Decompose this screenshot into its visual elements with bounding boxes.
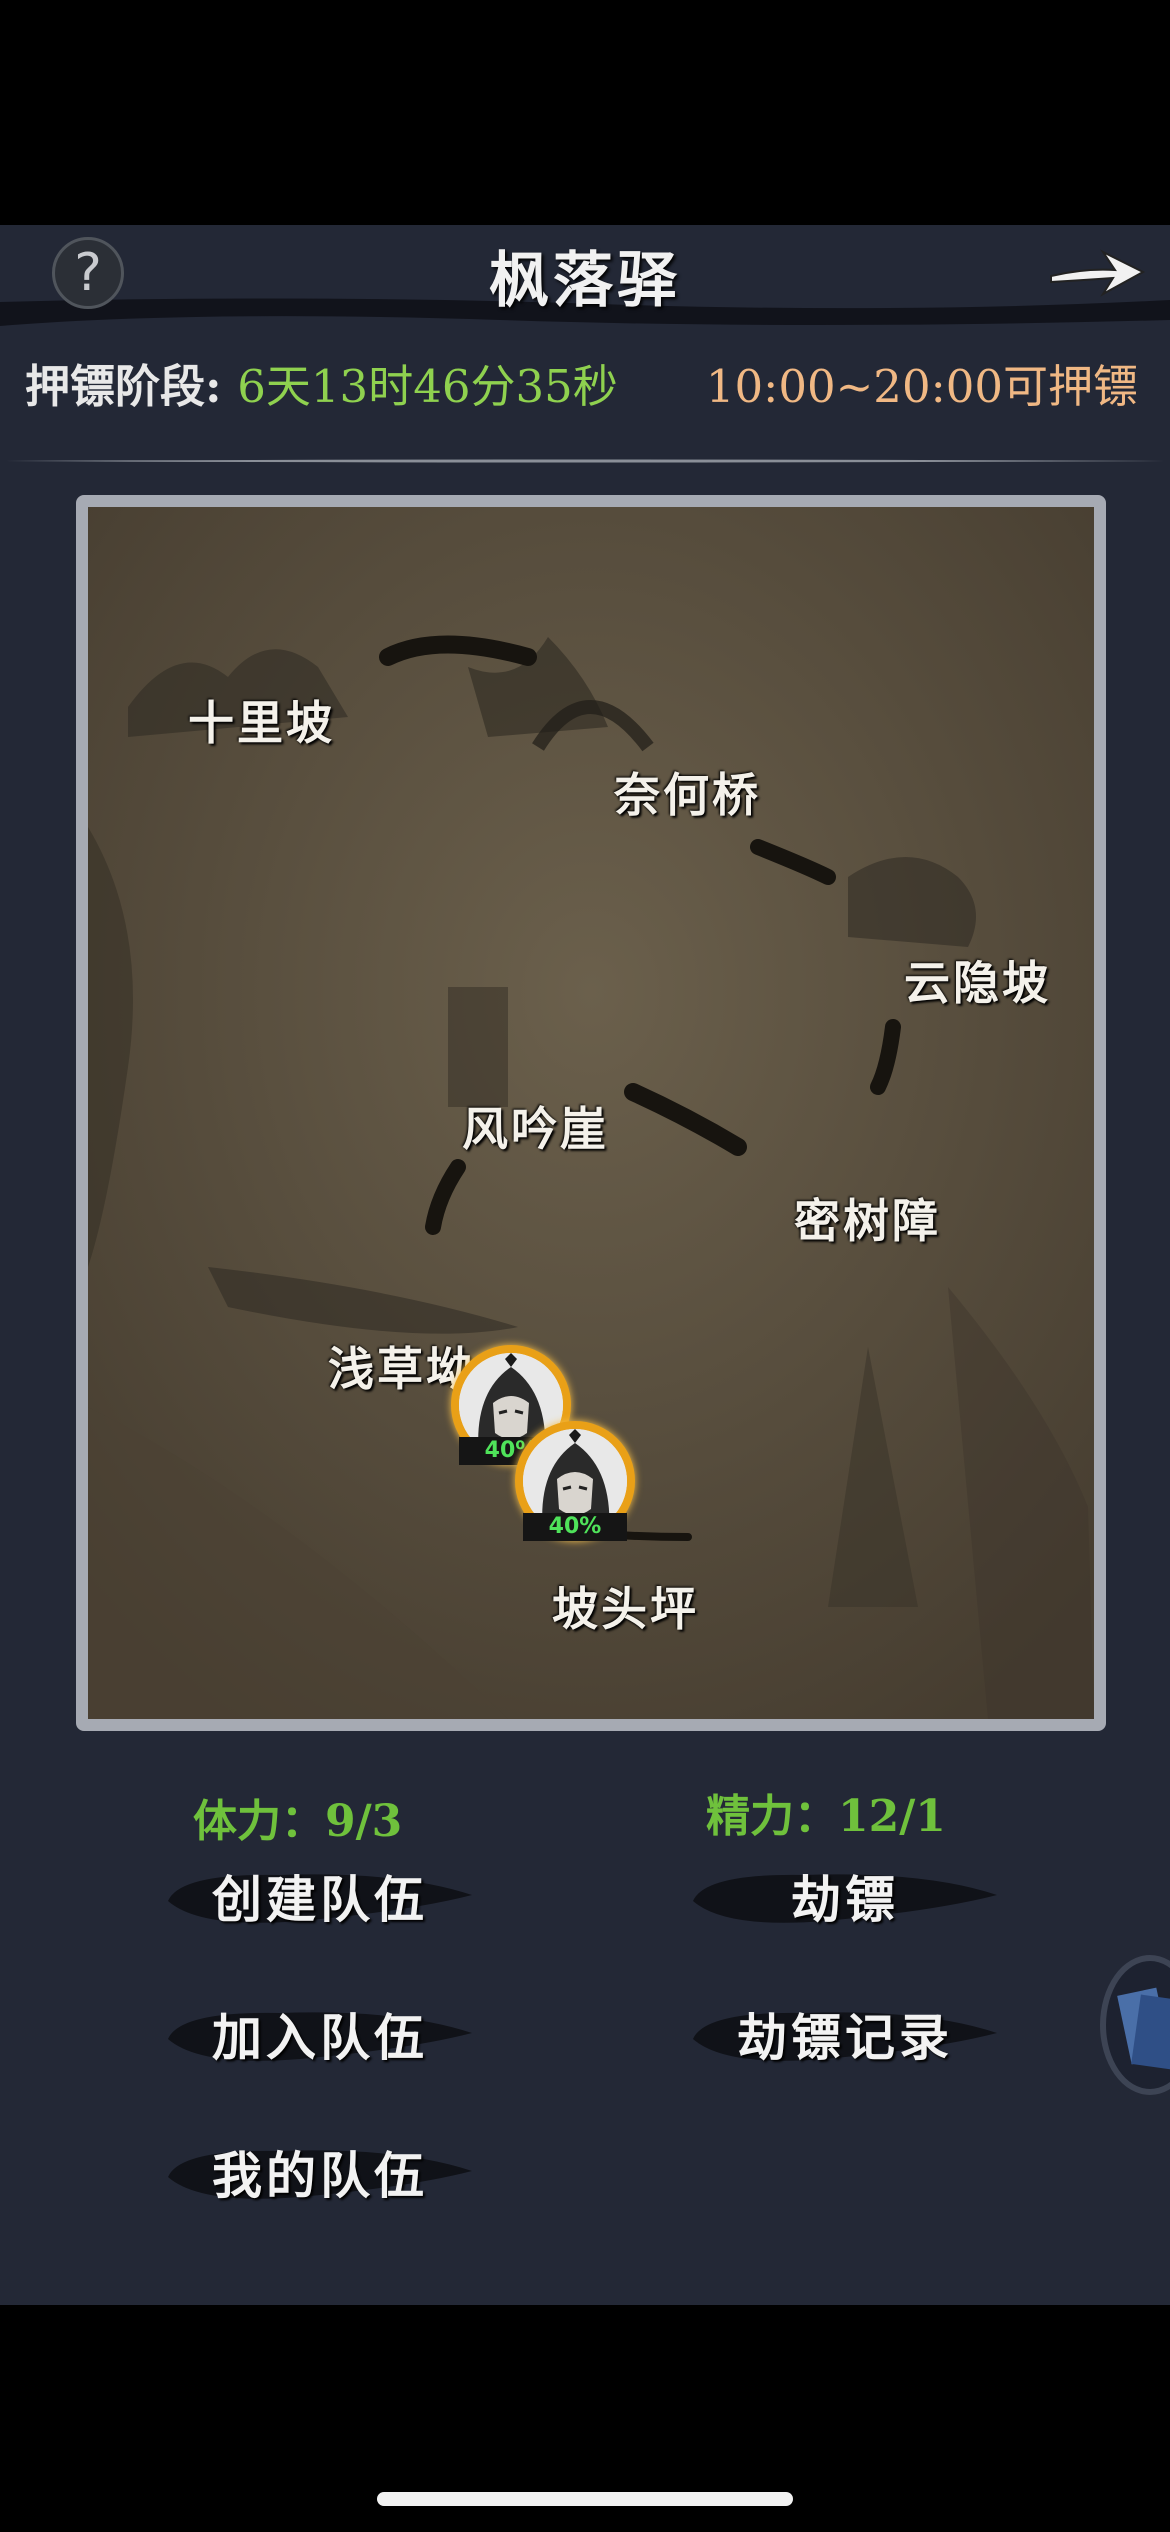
route-map: 十里坡 奈何桥 云隐坡 风吟崖 密树障 浅草坳 坡头坪 40% 40% [76, 495, 1106, 1731]
create-team-button[interactable]: 创建队伍 [160, 1855, 480, 1945]
stage-countdown: 6天13时46分35秒 [237, 360, 618, 413]
create-team-label: 创建队伍 [212, 1870, 428, 1929]
escort-progress: 40% [523, 1513, 627, 1541]
location-fengyinya[interactable]: 风吟崖 [462, 1093, 609, 1159]
stamina-counter: 体力：9/3 [193, 1796, 403, 1847]
status-bar-area [0, 0, 1170, 225]
escort-time-window: 10:00~20:00可押镖 [705, 360, 1138, 413]
rob-escort-label: 劫镖 [791, 1870, 899, 1929]
divider [5, 459, 1165, 463]
stage-label: 押镖阶段: [25, 360, 222, 413]
location-naiheqiao[interactable]: 奈何桥 [614, 759, 761, 825]
location-yunyinpo[interactable]: 云隐坡 [904, 947, 1051, 1013]
my-team-label: 我的队伍 [212, 2146, 428, 2205]
arrow-right-icon [1050, 249, 1146, 297]
home-indicator[interactable] [377, 2492, 793, 2506]
join-team-button[interactable]: 加入队伍 [160, 1993, 480, 2083]
rob-records-button[interactable]: 劫镖记录 [685, 1993, 1005, 2083]
question-mark-icon: ? [74, 243, 102, 303]
location-shilipo[interactable]: 十里坡 [188, 687, 335, 753]
energy-counter: 精力：12/1 [706, 1791, 946, 1842]
join-team-label: 加入队伍 [212, 2008, 428, 2067]
page-title: 枫落驿 [489, 246, 681, 316]
help-button[interactable]: ? [52, 237, 124, 309]
my-team-button[interactable]: 我的队伍 [160, 2131, 480, 2221]
scroll-icon [1117, 1987, 1170, 2070]
escort-stage: 押镖阶段: 6天13时46分35秒 [25, 350, 618, 415]
location-potouping[interactable]: 坡头坪 [552, 1573, 699, 1639]
location-mishuzhang[interactable]: 密树障 [794, 1185, 941, 1251]
escort-avatar[interactable]: 40% [515, 1421, 635, 1561]
next-button[interactable] [1045, 232, 1149, 312]
rob-records-label: 劫镖记录 [737, 2008, 953, 2067]
rob-escort-button[interactable]: 劫镖 [685, 1855, 1005, 1945]
